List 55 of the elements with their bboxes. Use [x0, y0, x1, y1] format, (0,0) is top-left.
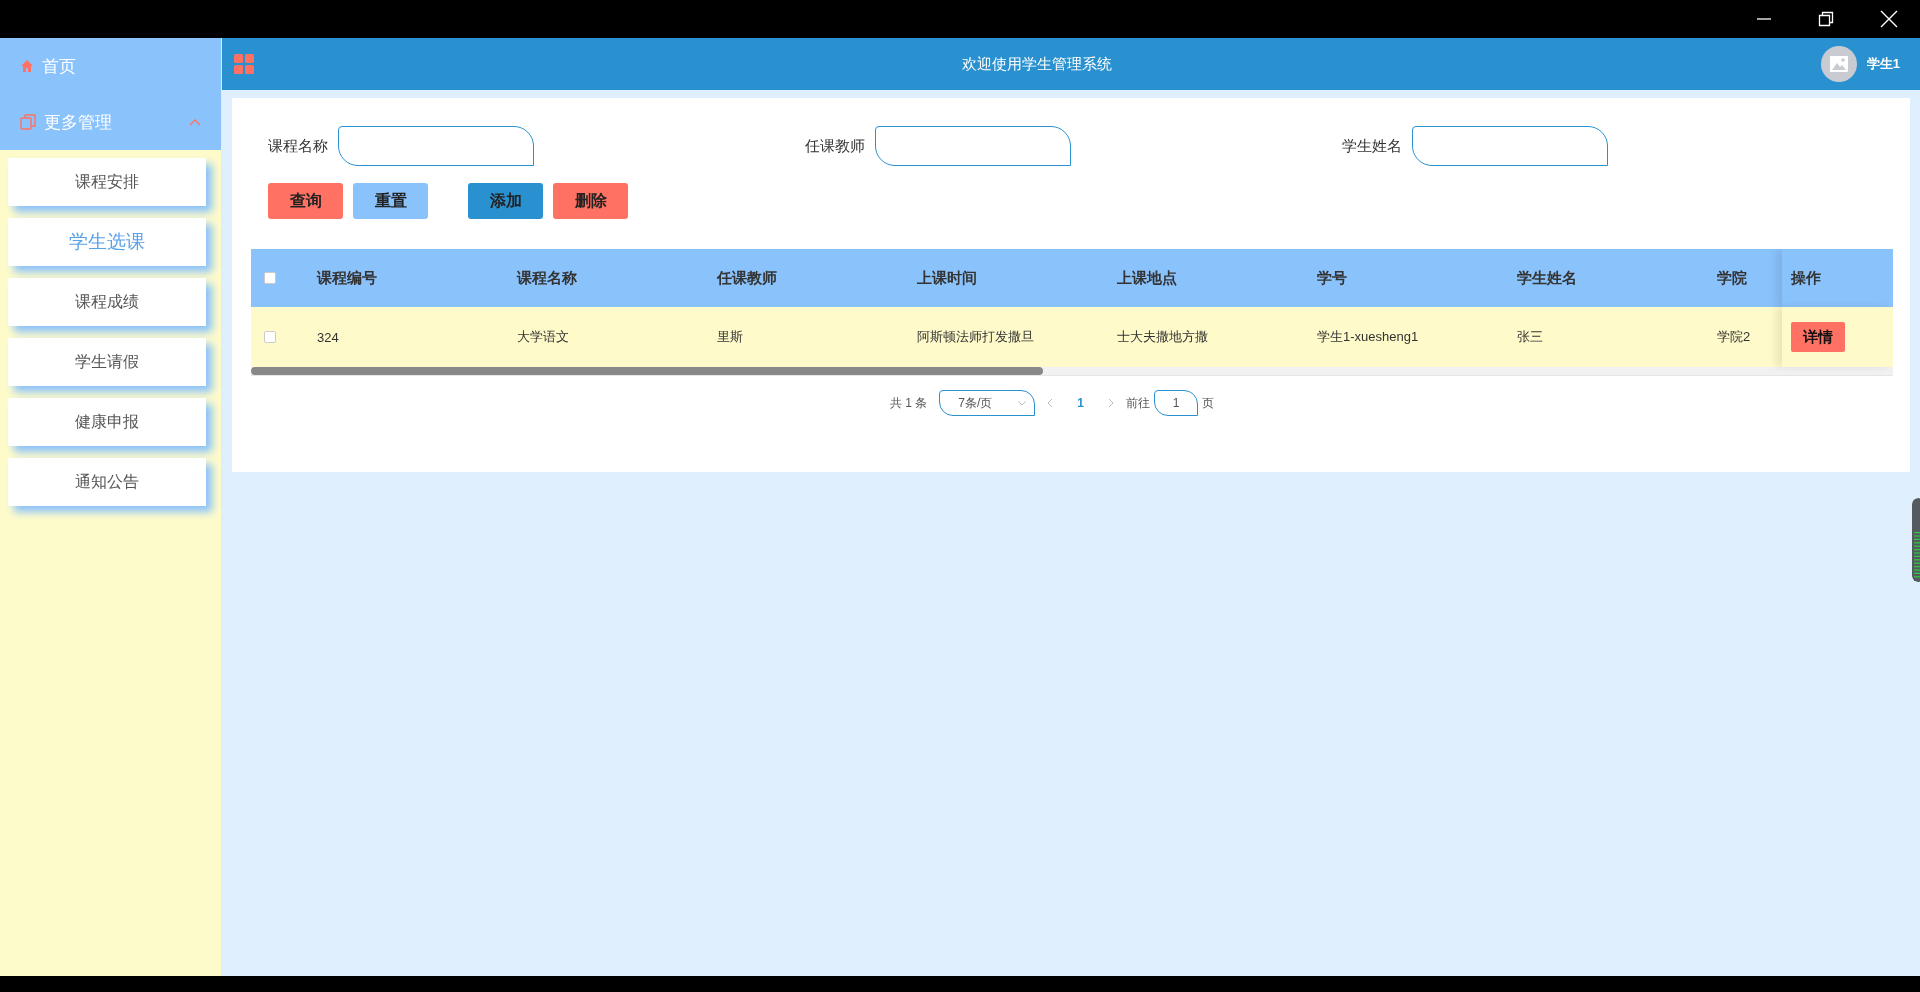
column-header: 课程名称 [517, 268, 577, 288]
column-header: 上课时间 [917, 268, 977, 288]
input-field[interactable] [338, 126, 534, 166]
copy-icon [20, 114, 36, 130]
column-header: 课程编号 [317, 268, 377, 288]
menu-item[interactable]: 课程安排 [8, 158, 206, 206]
details-button[interactable]: 详情 [1791, 322, 1845, 352]
input-field[interactable] [875, 126, 1071, 166]
column-header: 操作 [1791, 268, 1821, 288]
field-label: 课程名称 [268, 136, 328, 156]
column-header: 上课地点 [1117, 268, 1177, 288]
table-cell: 324 [317, 329, 339, 345]
menu-item[interactable]: 学生请假 [8, 338, 206, 386]
table-cell: 阿斯顿法师打发撒旦 [917, 328, 1034, 346]
column-header: 学生姓名 [1517, 268, 1577, 288]
column-header: 任课教师 [717, 268, 777, 288]
restore-icon[interactable] [1818, 11, 1834, 27]
table-cell: 学生1-xuesheng1 [1317, 328, 1419, 346]
table-cell: 里斯 [717, 328, 743, 346]
input-field[interactable] [1412, 126, 1608, 166]
page-number[interactable]: 1 [1065, 396, 1096, 410]
action-button[interactable]: 添加 [468, 183, 543, 219]
sidebar-label: 首页 [42, 55, 77, 78]
user-avatar[interactable] [1820, 46, 1857, 82]
page-input[interactable]: 1 [1154, 390, 1198, 416]
field-label: 任课教师 [805, 136, 865, 156]
table-cell: 大学语文 [517, 328, 569, 346]
field-label: 学生姓名 [1342, 136, 1402, 156]
chevron-down-icon [1018, 400, 1027, 406]
menu-item[interactable]: 课程成绩 [8, 278, 206, 326]
checkbox[interactable] [264, 272, 276, 284]
next-page-icon[interactable] [1108, 398, 1114, 408]
column-header: 学院 [1717, 268, 1747, 288]
close-icon[interactable] [1880, 10, 1898, 28]
home-icon [20, 59, 34, 73]
action-button[interactable]: 查询 [268, 183, 343, 219]
checkbox[interactable] [264, 331, 276, 343]
total-count: 共 1 条 [890, 394, 928, 412]
action-button[interactable]: 删除 [553, 183, 628, 219]
column-header: 学号 [1317, 268, 1347, 288]
page-size-select[interactable]: 7条/页 [939, 390, 1036, 416]
menu-item[interactable]: 通知公告 [8, 458, 206, 506]
previous-page-icon[interactable] [1047, 398, 1054, 408]
sidebar-label: 更多管理 [44, 111, 113, 134]
horizontal-scrollbar[interactable] [251, 367, 1893, 376]
user-name: 学生1 [1866, 55, 1900, 73]
table-cell: 士大夫撒地方撒 [1117, 328, 1208, 346]
header-title: 欢迎使用学生管理系统 [961, 54, 1114, 74]
image-icon [1829, 56, 1848, 72]
table-cell: 张三 [1517, 328, 1543, 346]
table-cell: 学院2 [1717, 328, 1751, 346]
action-button[interactable]: 重置 [353, 183, 428, 219]
page-suffix: 页 [1202, 394, 1214, 412]
goto-label: 前往 [1126, 394, 1150, 412]
menu-item[interactable]: 健康申报 [8, 398, 206, 446]
